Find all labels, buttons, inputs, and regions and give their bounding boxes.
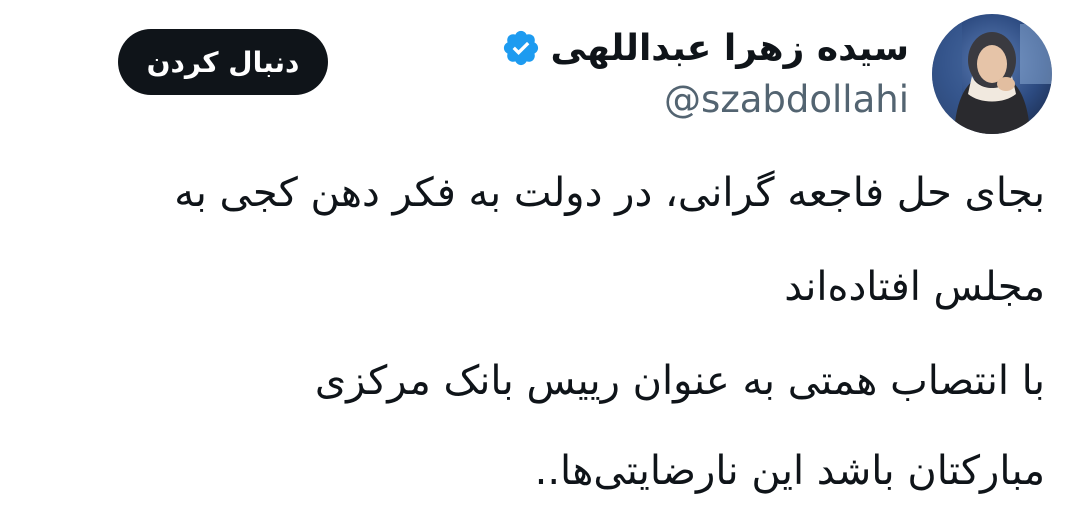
author-handle[interactable]: @szabdollahi	[664, 78, 909, 121]
tweet-text-line: مبارکتان باشد این نارضایتی‌ها..	[534, 448, 1045, 494]
profile-photo-icon	[932, 14, 1052, 134]
tweet-text-line: مجلس افتاده‌اند	[784, 264, 1045, 310]
author-name-row: سیده زهرا عبداللهی	[501, 22, 909, 74]
tweet-text-line: با انتصاب همتی به عنوان رییس بانک مرکزی	[314, 358, 1045, 404]
verified-badge-icon	[501, 28, 541, 68]
author-display-name[interactable]: سیده زهرا عبداللهی	[551, 28, 909, 69]
tweet-text-line: بجای حل فاجعه گرانی، در دولت به فکر دهن …	[174, 170, 1045, 216]
follow-button[interactable]: دنبال کردن	[118, 29, 328, 95]
avatar[interactable]	[932, 14, 1052, 134]
